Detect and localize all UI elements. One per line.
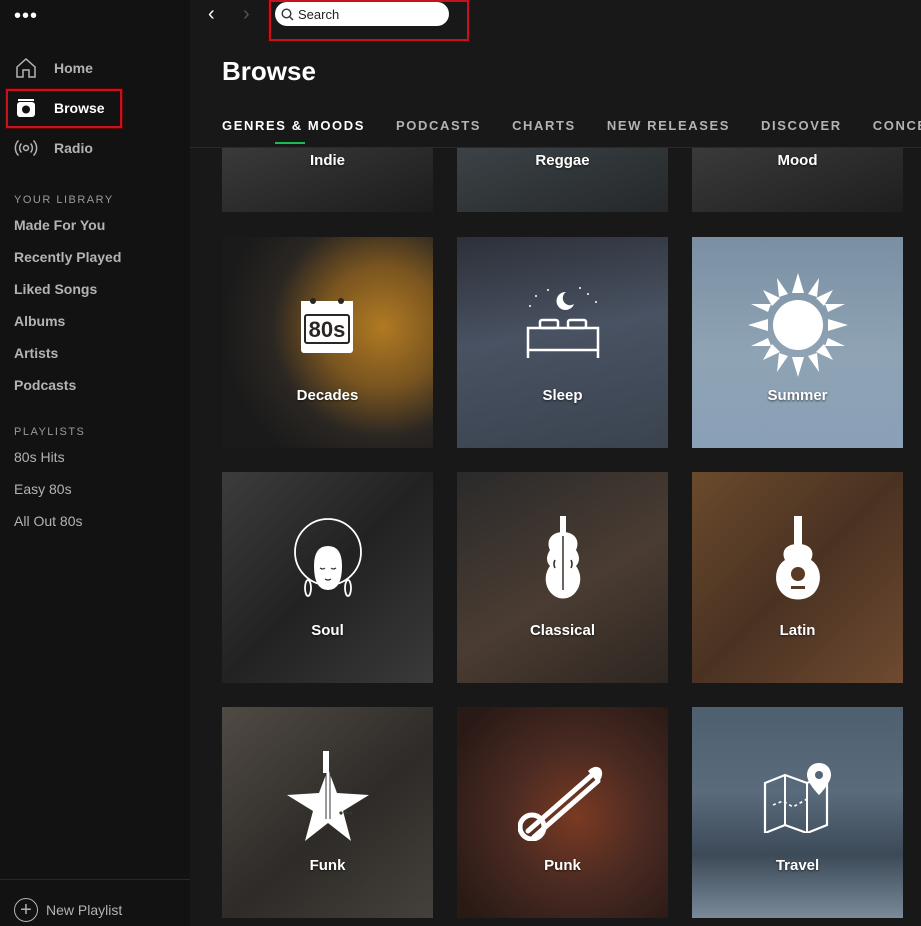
library-item-liked-songs[interactable]: Liked Songs (14, 281, 97, 297)
nav-browse-label: Browse (54, 100, 105, 116)
tile-label: Classical (529, 622, 596, 639)
page-title: Browse (222, 56, 316, 86)
playlist-item-all-out-80s[interactable]: All Out 80s (14, 513, 82, 529)
tab-genres-moods[interactable]: GENRES & MOODS (222, 118, 365, 147)
sidebar-divider (0, 879, 190, 880)
tile-label: Decades (296, 387, 359, 404)
genre-tile-travel[interactable]: Travel (692, 707, 903, 918)
tab-discover[interactable]: DISCOVER (761, 118, 842, 147)
nav-radio-label: Radio (54, 140, 93, 156)
tile-label: Mood (777, 152, 818, 169)
tab-charts[interactable]: CHARTS (512, 118, 576, 147)
plus-icon: + (14, 898, 38, 922)
guitar-icon (775, 516, 820, 600)
top-bar: ‹ › (190, 0, 921, 41)
sun-icon (747, 273, 848, 377)
tile-label: Summer (767, 387, 828, 404)
library-item-recently-played[interactable]: Recently Played (14, 249, 121, 265)
menu-dots-icon[interactable]: ••• (14, 6, 38, 26)
browse-tabs: GENRES & MOODS PODCASTS CHARTS NEW RELEA… (222, 118, 921, 147)
violin-icon (545, 516, 580, 599)
genre-tile-classical[interactable]: Classical (457, 472, 668, 683)
tile-label: Funk (309, 857, 346, 874)
playlist-item-easy-80s[interactable]: Easy 80s (14, 481, 72, 497)
tile-label: Travel (775, 857, 820, 874)
tile-label: Indie (309, 152, 345, 169)
new-playlist-label: New Playlist (46, 902, 123, 918)
tile-label: Latin (779, 622, 816, 639)
safety-pin-icon (517, 766, 602, 841)
playlists-section-title: PLAYLISTS (14, 426, 86, 438)
main-content: ‹ › Browse GENRES & MOODS PODCASTS CHART… (190, 0, 921, 926)
bed-moon-icon (526, 287, 599, 358)
tile-label: Sleep (542, 387, 583, 404)
genre-tile-indie[interactable]: Indie (222, 148, 433, 212)
genre-tile-soul[interactable]: Soul (222, 472, 433, 683)
genre-tile-sleep[interactable]: Sleep (457, 237, 668, 448)
star-guitar-icon (286, 751, 369, 841)
search-box[interactable] (275, 2, 449, 26)
search-input[interactable] (298, 6, 438, 22)
tile-label: Punk (544, 857, 581, 874)
genre-tile-summer[interactable]: Summer (692, 237, 903, 448)
library-item-artists[interactable]: Artists (14, 345, 58, 361)
forward-arrow-icon[interactable]: › (243, 3, 250, 26)
genre-tile-latin[interactable]: Latin (692, 472, 903, 683)
calendar-80s-icon: 80s (300, 298, 353, 353)
tab-new-releases[interactable]: NEW RELEASES (607, 118, 730, 147)
library-section-title: YOUR LIBRARY (14, 194, 114, 206)
tile-label: Reggae (535, 152, 590, 169)
radio-icon (14, 136, 38, 160)
library-item-albums[interactable]: Albums (14, 313, 65, 329)
search-icon (281, 7, 294, 20)
browse-icon (14, 96, 38, 120)
back-arrow-icon[interactable]: ‹ (208, 3, 215, 26)
genre-tile-punk[interactable]: Punk (457, 707, 668, 918)
playlist-item-80s-hits[interactable]: 80s Hits (14, 449, 65, 465)
genre-tile-reggae[interactable]: Reggae (457, 148, 668, 212)
nav-home[interactable]: Home (14, 55, 93, 81)
new-playlist-button[interactable]: + New Playlist (14, 898, 122, 922)
nav-radio[interactable]: Radio (14, 135, 93, 161)
nav-home-label: Home (54, 60, 93, 76)
genre-tile-mood[interactable]: Mood (692, 148, 903, 212)
library-item-made-for-you[interactable]: Made For You (14, 217, 105, 233)
svg-text:80s: 80s (308, 317, 345, 342)
nav-browse[interactable]: Browse (14, 95, 105, 121)
home-icon (14, 56, 38, 80)
genre-tile-decades[interactable]: 80s Decades (222, 237, 433, 448)
map-pin-icon (763, 763, 831, 833)
afro-woman-icon (293, 518, 362, 597)
sidebar: ••• Home Browse Radio YOUR LIBRARY Made … (0, 0, 190, 926)
tab-podcasts[interactable]: PODCASTS (396, 118, 481, 147)
tile-label: Soul (311, 622, 344, 639)
tab-concerts[interactable]: CONCERTS (873, 118, 921, 147)
genre-tile-funk[interactable]: Funk (222, 707, 433, 918)
library-item-podcasts[interactable]: Podcasts (14, 377, 76, 393)
